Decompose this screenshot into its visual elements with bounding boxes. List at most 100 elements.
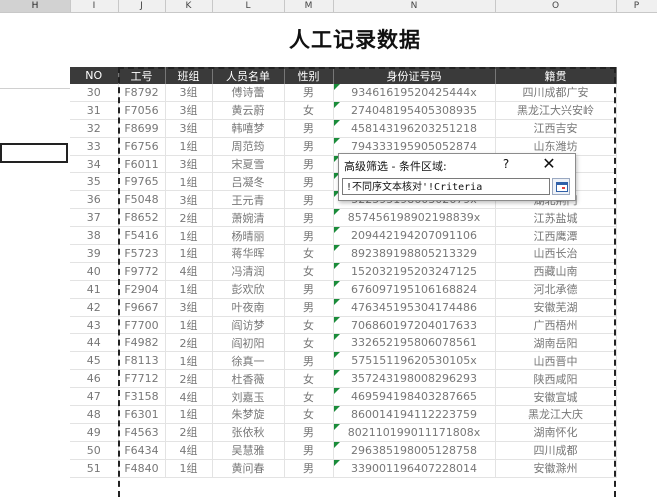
cell-team[interactable]: 2组 (165, 369, 213, 389)
header-gender[interactable]: 性别 (284, 67, 334, 84)
cell-employee-id[interactable]: F3158 (118, 387, 166, 407)
header-employee-id[interactable]: 工号 (118, 67, 166, 84)
cell-id-number[interactable]: 676097195106168824 (333, 280, 496, 299)
cell-id-number[interactable]: 860014194112223759 (333, 405, 496, 424)
cell-no[interactable]: 40 (70, 262, 119, 281)
cell-id-number[interactable]: 339001196407228014 (333, 459, 496, 478)
cell-hometown[interactable]: 湖南岳阳 (495, 333, 617, 353)
dialog-titlebar[interactable]: 高级筛选 - 条件区域: ? ✕ (339, 154, 575, 176)
column-header-p[interactable]: P (616, 0, 657, 12)
cell-employee-id[interactable]: F9667 (118, 298, 166, 317)
cell-team[interactable]: 2组 (165, 208, 213, 228)
cell-name[interactable]: 叶夜南 (212, 298, 285, 317)
cell-gender[interactable]: 女 (284, 387, 334, 407)
header-id-number[interactable]: 身份证号码 (333, 67, 496, 84)
header-no[interactable]: NO (70, 67, 119, 84)
cell-name[interactable]: 冯清润 (212, 262, 285, 281)
cell-team[interactable]: 3组 (165, 84, 213, 102)
cell-name[interactable]: 王元青 (212, 190, 285, 210)
cell-id-number[interactable]: 93461619520425444x (333, 84, 496, 102)
cell-id-number[interactable]: 892389198805213329 (333, 244, 496, 263)
cell-gender[interactable]: 女 (284, 316, 334, 335)
header-name[interactable]: 人员名单 (212, 67, 285, 84)
cell-no[interactable]: 41 (70, 280, 119, 299)
cell-no[interactable]: 50 (70, 441, 119, 460)
cell-hometown[interactable]: 江西吉安 (495, 119, 617, 138)
cell-no[interactable]: 49 (70, 423, 119, 442)
column-header-k[interactable]: K (165, 0, 213, 12)
cell-hometown[interactable]: 广西梧州 (495, 316, 617, 335)
expand-dialog-button[interactable] (552, 178, 570, 195)
cell-gender[interactable]: 女 (284, 101, 334, 120)
cell-employee-id[interactable]: F9772 (118, 262, 166, 281)
column-header-o[interactable]: O (495, 0, 617, 12)
cell-gender[interactable]: 男 (284, 84, 334, 102)
cell-name[interactable]: 黄问春 (212, 459, 285, 478)
cell-gender[interactable]: 男 (284, 226, 334, 246)
cell-no[interactable]: 33 (70, 137, 119, 156)
cell-name[interactable]: 杜香薇 (212, 369, 285, 389)
header-hometown[interactable]: 籍贯 (495, 67, 617, 84)
cell-gender[interactable]: 男 (284, 208, 334, 228)
criteria-range-input[interactable]: !不同序文本核对'!Criteria (342, 178, 550, 195)
cell-name[interactable]: 朱梦旋 (212, 405, 285, 424)
cell-no[interactable]: 51 (70, 459, 119, 478)
cell-gender[interactable]: 男 (284, 298, 334, 317)
cell-no[interactable]: 47 (70, 387, 119, 407)
cell-no[interactable]: 31 (70, 101, 119, 120)
cell-id-number[interactable]: 802110199011171808x (333, 423, 496, 442)
cell-gender[interactable]: 男 (284, 137, 334, 156)
cell-hometown[interactable]: 四川成都 (495, 441, 617, 460)
cell-hometown[interactable]: 江西鹰潭 (495, 226, 617, 246)
cell-name[interactable]: 吕凝冬 (212, 172, 285, 192)
cell-gender[interactable]: 男 (284, 423, 334, 442)
cell-team[interactable]: 4组 (165, 262, 213, 281)
column-header-h[interactable]: H (0, 0, 71, 12)
cell-name[interactable]: 宋夏雪 (212, 155, 285, 174)
cell-team[interactable]: 4组 (165, 441, 213, 460)
cell-name[interactable]: 杨晴丽 (212, 226, 285, 246)
cell-name[interactable]: 阎初阳 (212, 333, 285, 353)
cell-gender[interactable]: 女 (284, 262, 334, 281)
column-header-n[interactable]: N (333, 0, 496, 12)
cell-no[interactable]: 46 (70, 369, 119, 389)
cell-employee-id[interactable]: F9765 (118, 172, 166, 192)
cell-employee-id[interactable]: F8792 (118, 84, 166, 102)
cell-team[interactable]: 3组 (165, 155, 213, 174)
cell-team[interactable]: 1组 (165, 137, 213, 156)
cell-no[interactable]: 42 (70, 298, 119, 317)
column-header-m[interactable]: M (284, 0, 334, 12)
cell-gender[interactable]: 男 (284, 155, 334, 174)
cell-team[interactable]: 1组 (165, 351, 213, 371)
cell-no[interactable]: 39 (70, 244, 119, 263)
cell-gender[interactable]: 女 (284, 369, 334, 389)
cell-team[interactable]: 3组 (165, 119, 213, 138)
cell-no[interactable]: 48 (70, 405, 119, 424)
cell-hometown[interactable]: 安徽宣城 (495, 387, 617, 407)
cell-id-number[interactable]: 476345195304174486 (333, 298, 496, 317)
active-cell-selection[interactable] (0, 143, 68, 163)
cell-name[interactable]: 萧婉清 (212, 208, 285, 228)
column-header-l[interactable]: L (212, 0, 285, 12)
cell-employee-id[interactable]: F7056 (118, 101, 166, 120)
cell-hometown[interactable]: 陕西咸阳 (495, 369, 617, 389)
cell-team[interactable]: 2组 (165, 333, 213, 353)
cell-id-number[interactable]: 296385198005128758 (333, 441, 496, 460)
cell-hometown[interactable]: 西藏山南 (495, 262, 617, 281)
cell-employee-id[interactable]: F5416 (118, 226, 166, 246)
cell-team[interactable]: 1组 (165, 405, 213, 424)
cell-employee-id[interactable]: F7712 (118, 369, 166, 389)
cell-gender[interactable]: 男 (284, 280, 334, 299)
cell-name[interactable]: 周范筠 (212, 137, 285, 156)
cell-gender[interactable]: 男 (284, 441, 334, 460)
cell-id-number[interactable]: 152032195203247125 (333, 262, 496, 281)
cell-no[interactable]: 30 (70, 84, 119, 102)
cell-no[interactable]: 45 (70, 351, 119, 371)
cell-gender[interactable]: 男 (284, 172, 334, 192)
cell-hometown[interactable]: 江苏盐城 (495, 208, 617, 228)
cell-no[interactable]: 32 (70, 119, 119, 138)
cell-id-number[interactable]: 706860197204017633 (333, 316, 496, 335)
cell-gender[interactable]: 男 (284, 459, 334, 478)
cell-name[interactable]: 傅诗蕾 (212, 84, 285, 102)
cell-employee-id[interactable]: F5048 (118, 190, 166, 210)
